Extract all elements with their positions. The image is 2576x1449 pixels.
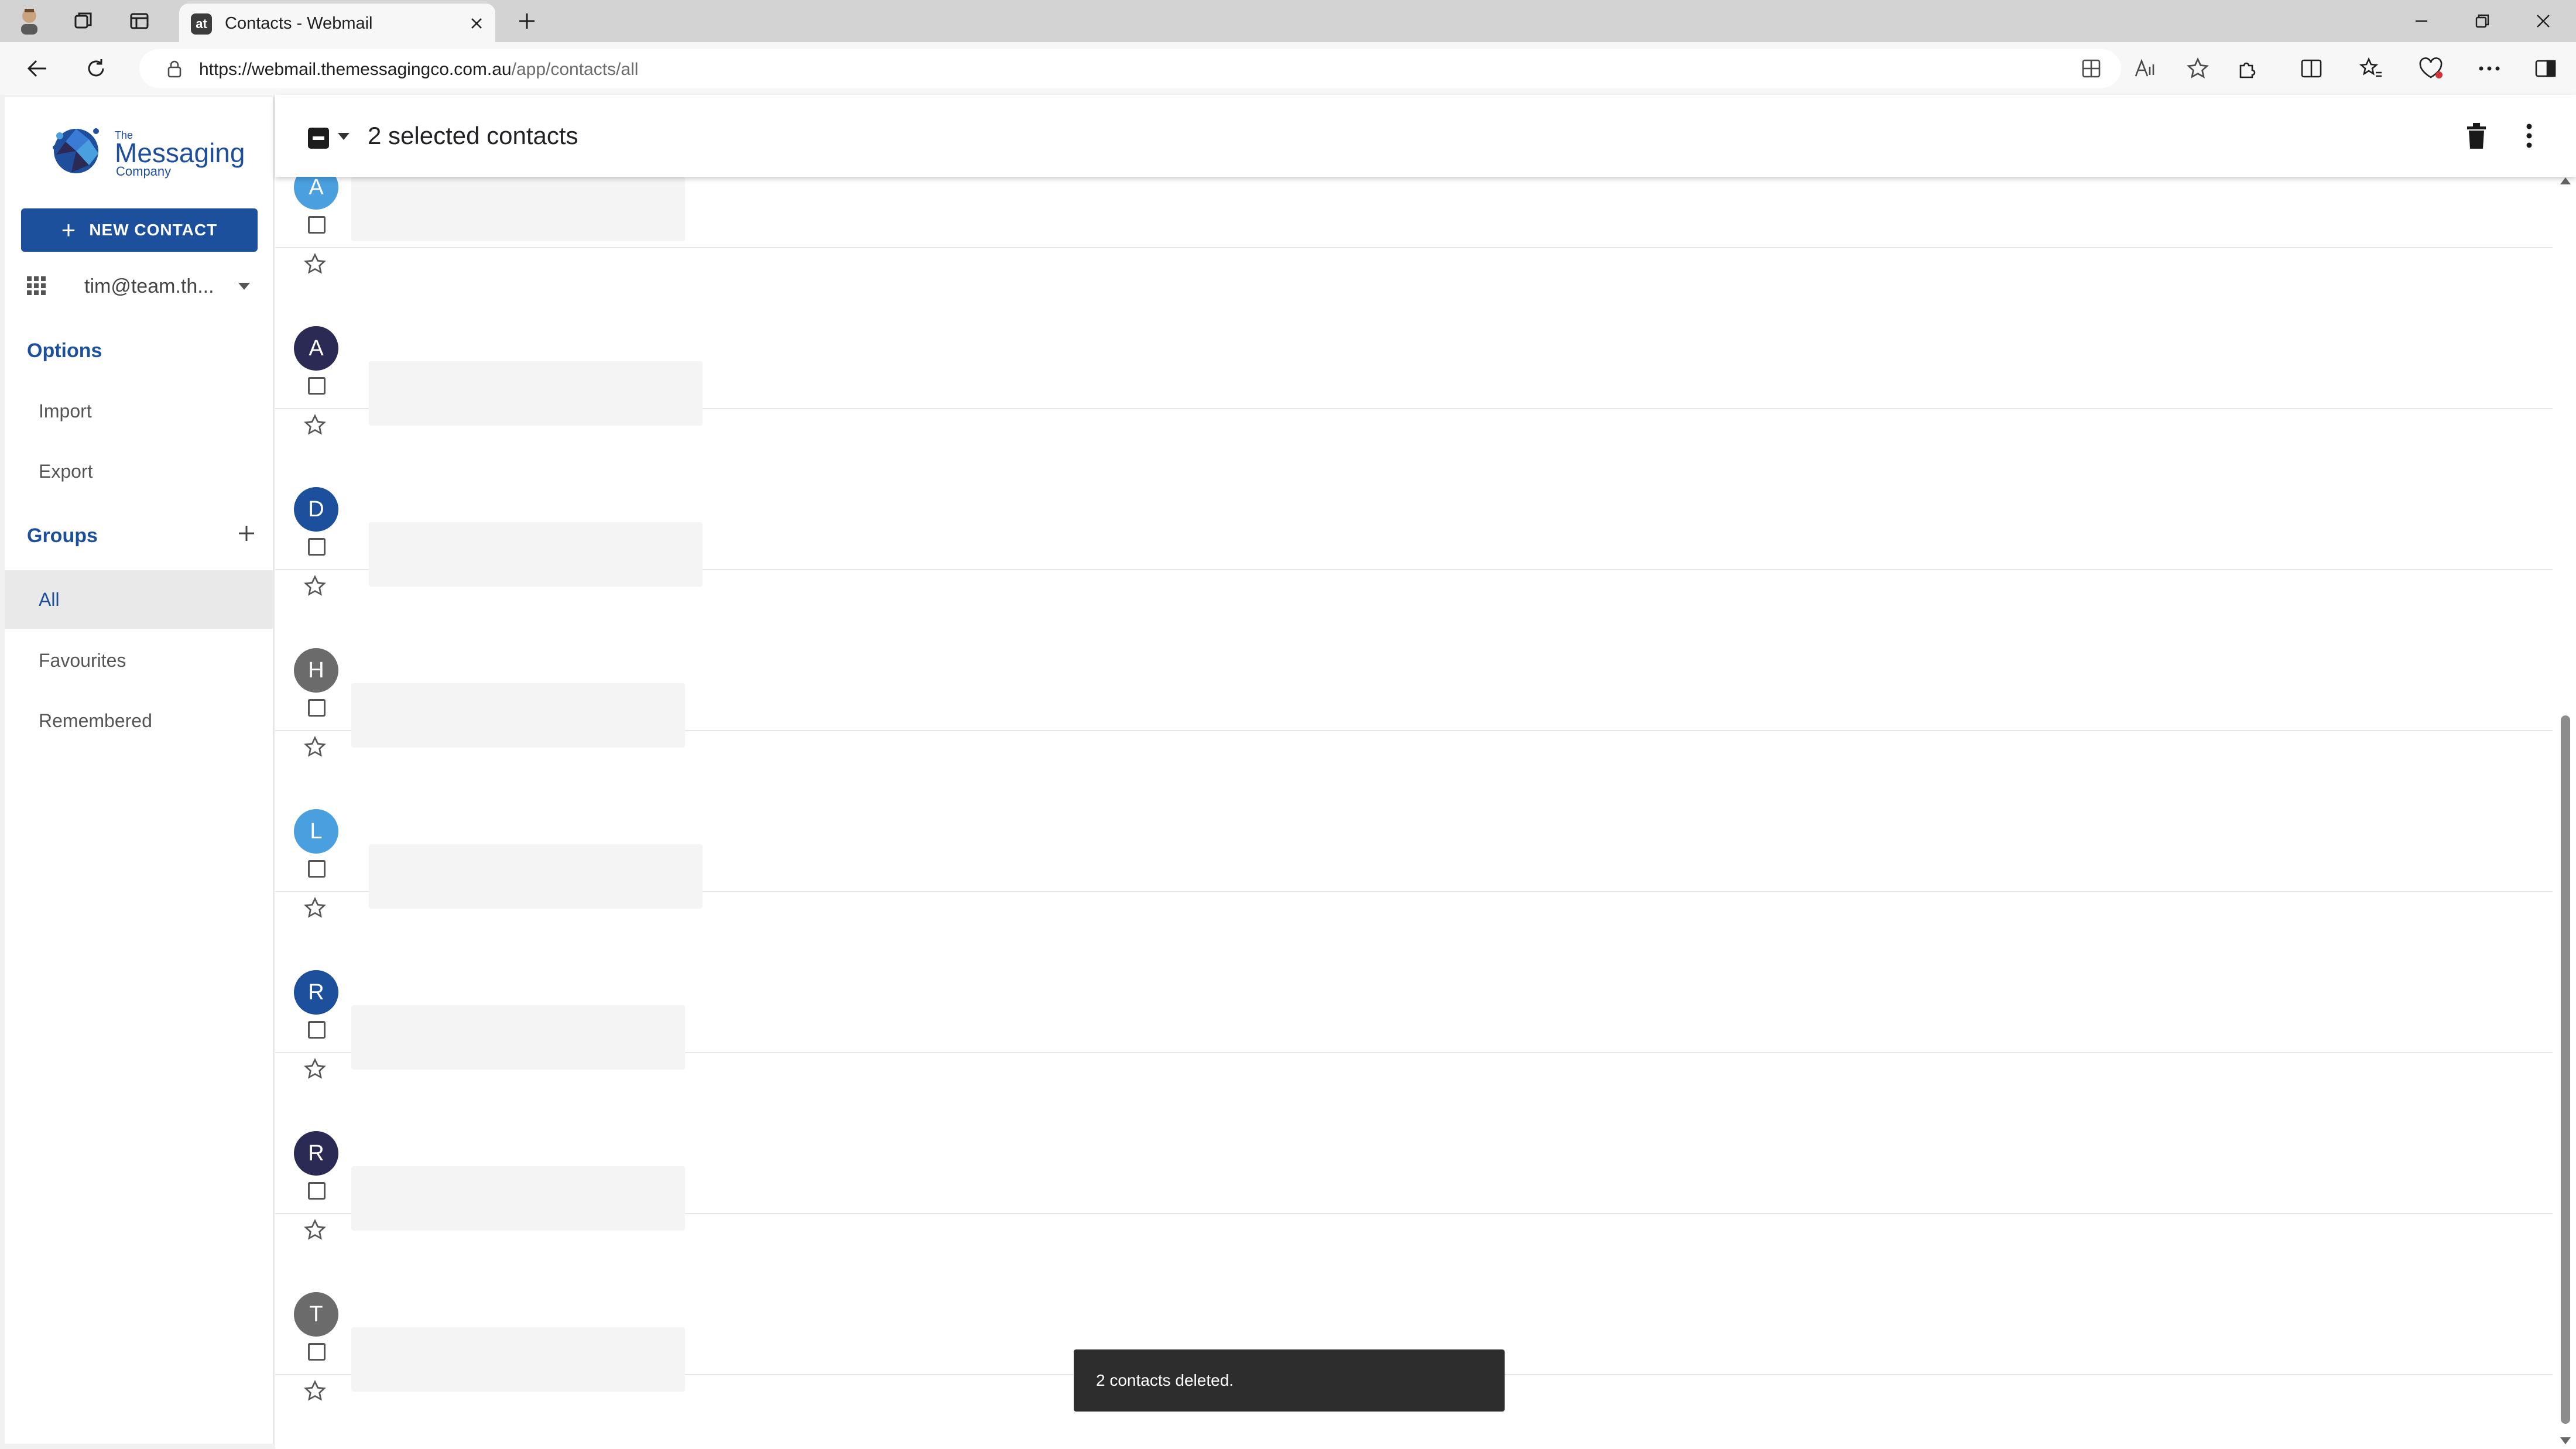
group-item-all[interactable]: All bbox=[5, 570, 273, 629]
tab-actions-icon[interactable] bbox=[122, 4, 157, 39]
contacts-main: 2 selected contacts A A D H L R R T 2 contacts … bbox=[275, 95, 2576, 1449]
chevron-down-icon[interactable] bbox=[238, 282, 251, 290]
logo-mark-icon bbox=[53, 128, 99, 173]
scrollbar[interactable] bbox=[2553, 177, 2576, 1449]
favourite-star-icon[interactable] bbox=[303, 1379, 327, 1403]
selection-count: 2 selected contacts bbox=[368, 122, 578, 149]
app-available-icon[interactable] bbox=[2074, 51, 2109, 86]
contact-avatar: A bbox=[294, 326, 338, 371]
contact-checkbox[interactable] bbox=[308, 1182, 326, 1200]
new-contact-label: NEW CONTACT bbox=[89, 221, 218, 239]
chevron-down-icon[interactable] bbox=[337, 132, 350, 141]
delete-icon[interactable] bbox=[2465, 122, 2488, 150]
browser-address-bar: https://webmail.themessagingco.com.au/ap… bbox=[0, 42, 2576, 95]
contact-row[interactable]: A bbox=[275, 177, 2553, 274]
contact-row[interactable]: R bbox=[275, 1052, 2553, 1240]
logo-line-3: Company bbox=[116, 164, 172, 179]
group-item-label: All bbox=[39, 589, 60, 610]
minimize-icon[interactable] bbox=[2404, 4, 2439, 39]
selection-toolbar: 2 selected contacts bbox=[275, 95, 2576, 177]
contact-row[interactable]: H bbox=[275, 569, 2553, 757]
contact-row[interactable]: L bbox=[275, 730, 2553, 918]
contact-list: A A D H L R R T bbox=[275, 177, 2553, 1449]
url-path: /app/contacts/all bbox=[511, 60, 639, 79]
group-item-remembered[interactable]: Remembered bbox=[5, 691, 273, 750]
webmail-favicon-icon: at bbox=[191, 13, 212, 35]
browser-tab-bar: at Contacts - Webmail bbox=[0, 0, 2576, 42]
scroll-down-icon[interactable] bbox=[2560, 1437, 2571, 1445]
options-heading: Options bbox=[27, 340, 102, 362]
contact-avatar: R bbox=[294, 970, 338, 1015]
new-contact-button[interactable]: + NEW CONTACT bbox=[21, 208, 258, 252]
extensions-icon[interactable] bbox=[2229, 51, 2265, 86]
group-item-favourites[interactable]: Favourites bbox=[5, 631, 273, 690]
contact-checkbox[interactable] bbox=[308, 1343, 326, 1361]
contact-row[interactable]: D bbox=[275, 408, 2553, 596]
toast-message: 2 contacts deleted. bbox=[1096, 1371, 1234, 1389]
back-icon[interactable] bbox=[20, 51, 55, 86]
contact-avatar: D bbox=[294, 487, 338, 532]
favorite-star-icon[interactable] bbox=[2180, 51, 2215, 86]
plus-icon bbox=[239, 526, 254, 541]
scrollbar-thumb[interactable] bbox=[2561, 715, 2570, 1424]
contact-details-placeholder bbox=[351, 1327, 685, 1392]
favorites-icon[interactable] bbox=[2354, 51, 2389, 86]
webmail-app: The Messaging Company + NEW CONTACT tim@… bbox=[0, 95, 2576, 1449]
contact-avatar: R bbox=[294, 1131, 338, 1176]
contact-avatar: T bbox=[294, 1292, 338, 1337]
browser-tab[interactable]: at Contacts - Webmail bbox=[179, 4, 495, 42]
contact-checkbox[interactable] bbox=[308, 538, 326, 556]
close-tab-icon[interactable] bbox=[464, 11, 489, 36]
tab-title: Contacts - Webmail bbox=[225, 14, 373, 33]
sidebar-toggle-icon[interactable] bbox=[2528, 51, 2563, 86]
add-group-button[interactable] bbox=[232, 519, 261, 548]
restore-icon[interactable] bbox=[2465, 4, 2500, 39]
contact-checkbox[interactable] bbox=[308, 216, 326, 234]
new-tab-icon[interactable] bbox=[509, 4, 544, 39]
split-screen-icon[interactable] bbox=[2294, 51, 2329, 86]
contact-avatar: L bbox=[294, 809, 338, 854]
groups-heading: Groups bbox=[27, 525, 98, 547]
url-text: https://webmail.themessagingco.com.au/ap… bbox=[199, 60, 638, 80]
logo-line-2: Messaging bbox=[115, 138, 245, 168]
scroll-up-icon[interactable] bbox=[2560, 177, 2571, 185]
account-email: tim@team.th... bbox=[84, 275, 214, 297]
profile-avatar-icon[interactable] bbox=[12, 4, 47, 39]
read-aloud-icon[interactable] bbox=[2128, 51, 2163, 86]
company-logo[interactable]: The Messaging Company bbox=[48, 118, 247, 183]
contact-row[interactable]: A bbox=[275, 247, 2553, 435]
account-switcher[interactable]: tim@team.th... bbox=[26, 267, 260, 304]
group-item-label: Remembered bbox=[39, 710, 152, 731]
options-item-label: Export bbox=[39, 461, 93, 482]
refresh-icon[interactable] bbox=[78, 51, 114, 86]
contact-checkbox[interactable] bbox=[308, 377, 326, 395]
contact-checkbox[interactable] bbox=[308, 699, 326, 717]
select-all-checkbox[interactable] bbox=[308, 128, 329, 149]
url-host: https://webmail.themessagingco.com.au bbox=[199, 60, 512, 79]
options-item-import[interactable]: Import bbox=[5, 382, 273, 440]
notification-toast: 2 contacts deleted. bbox=[1074, 1349, 1505, 1412]
contact-avatar: H bbox=[294, 648, 338, 693]
close-window-icon[interactable] bbox=[2526, 4, 2561, 39]
contact-avatar: A bbox=[294, 177, 338, 210]
contact-details-placeholder bbox=[351, 177, 685, 241]
site-lock-icon[interactable] bbox=[157, 52, 192, 87]
options-item-export[interactable]: Export bbox=[5, 442, 273, 501]
group-item-label: Favourites bbox=[39, 650, 126, 671]
workspaces-icon[interactable] bbox=[66, 4, 101, 39]
browser-essentials-icon[interactable] bbox=[2413, 51, 2448, 86]
address-field[interactable]: https://webmail.themessagingco.com.au/ap… bbox=[139, 49, 2209, 88]
contact-row[interactable]: R bbox=[275, 891, 2553, 1079]
contact-checkbox[interactable] bbox=[308, 860, 326, 878]
contact-checkbox[interactable] bbox=[308, 1021, 326, 1039]
options-item-label: Import bbox=[39, 400, 92, 422]
sidebar: The Messaging Company + NEW CONTACT tim@… bbox=[5, 97, 274, 1444]
plus-icon: + bbox=[61, 216, 77, 244]
more-options-icon[interactable] bbox=[2472, 51, 2507, 86]
more-actions-icon[interactable] bbox=[2524, 122, 2534, 150]
apps-grid-icon[interactable] bbox=[26, 275, 47, 296]
